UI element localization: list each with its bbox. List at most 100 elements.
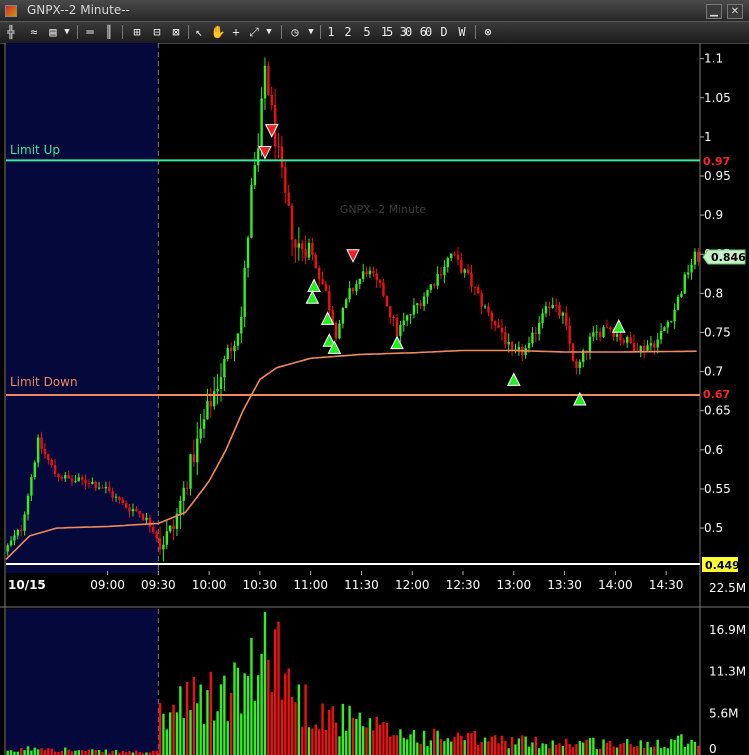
- candle-body: [328, 291, 331, 311]
- volume-bar: [328, 709, 331, 755]
- volume-bar: [97, 750, 101, 755]
- candle-body: [236, 333, 240, 346]
- volume-bar: [636, 746, 639, 755]
- chart-toolbar: ╬ ≈ ▤ ▼ ═ ║ ⊞ ⊟ ⊠ ↖ ✋ + ⤢ ▼ ◷ ▼ 1 2 5 15…: [0, 22, 749, 44]
- pointer-icon[interactable]: ↖: [192, 24, 206, 40]
- interval-30m-button[interactable]: 30: [397, 24, 413, 40]
- zoom-fit-icon[interactable]: ⊠: [168, 24, 184, 40]
- candle-body: [301, 243, 304, 250]
- interval-15m-button[interactable]: 15: [378, 24, 394, 40]
- interval-2m-button[interactable]: 2: [342, 24, 354, 40]
- interval-1m-button[interactable]: 1: [325, 24, 337, 40]
- candle-body: [598, 331, 602, 338]
- volume-bar: [382, 722, 385, 755]
- app-icon: [5, 5, 17, 17]
- candle-body: [128, 507, 131, 512]
- candle-body: [20, 529, 23, 531]
- candle-body: [632, 342, 636, 351]
- candle-body: [385, 295, 389, 306]
- volume-bar: [514, 744, 517, 755]
- candle-body: [114, 496, 118, 498]
- candle-body: [429, 284, 433, 290]
- volume-bar: [158, 703, 162, 755]
- volume-bar: [575, 744, 578, 755]
- volume-bar: [629, 744, 632, 755]
- candle-body: [6, 545, 9, 552]
- horizontal-line-icon[interactable]: ═: [83, 24, 97, 40]
- candle-body: [47, 454, 50, 460]
- volume-bar: [470, 733, 473, 755]
- volume-bar: [490, 736, 493, 755]
- candle-body: [554, 305, 558, 307]
- candle-body: [40, 437, 43, 449]
- grid-icon[interactable]: ⊞: [129, 24, 145, 40]
- chart-style-icon[interactable]: ≈: [26, 24, 42, 40]
- expand-icon[interactable]: ⤢: [247, 24, 261, 40]
- candle-body: [558, 305, 561, 316]
- candle-body: [26, 495, 30, 515]
- candle-body: [483, 306, 487, 308]
- close-button[interactable]: ✕: [727, 4, 743, 19]
- volume-bar: [182, 718, 185, 755]
- volume-bar: [331, 706, 334, 755]
- interval-daily-button[interactable]: D: [438, 24, 450, 40]
- volume-bar: [449, 741, 453, 755]
- volume-bar: [531, 742, 534, 755]
- volume-tick-label: 22.5M: [709, 581, 746, 595]
- candle-body: [456, 254, 460, 260]
- price-tick-label: 1: [704, 130, 712, 144]
- volume-bar: [402, 737, 405, 755]
- crosshair-icon[interactable]: ╬: [4, 24, 18, 40]
- candle-body: [666, 321, 670, 328]
- volume-bar: [135, 750, 138, 755]
- clock-icon[interactable]: ◷: [287, 24, 303, 40]
- minimize-button[interactable]: ▁: [706, 4, 722, 19]
- candle-body: [365, 271, 368, 275]
- candle-body: [219, 377, 223, 390]
- cancel-icon[interactable]: ⊗: [480, 24, 496, 40]
- candle-body: [477, 287, 480, 294]
- volume-bar: [439, 738, 443, 755]
- candle-body: [565, 312, 568, 326]
- interval-60m-button[interactable]: 60: [417, 24, 433, 40]
- volume-bar: [426, 746, 429, 755]
- hand-icon[interactable]: ✋: [210, 24, 226, 40]
- candle-body: [307, 242, 311, 258]
- candle-body: [378, 279, 382, 283]
- volume-bar: [223, 675, 226, 755]
- volume-bar: [571, 747, 575, 755]
- chevron-down-icon[interactable]: ▼: [62, 24, 72, 40]
- bar-chart-icon[interactable]: ▤: [45, 24, 61, 40]
- volume-bar: [304, 684, 307, 755]
- volume-bar: [615, 747, 619, 755]
- candle-body: [443, 267, 446, 276]
- volume-bar: [263, 612, 267, 755]
- volume-bar: [209, 671, 213, 755]
- chevron-down-icon[interactable]: ▼: [306, 24, 316, 40]
- volume-bar: [527, 746, 531, 755]
- plus-icon[interactable]: +: [229, 24, 243, 40]
- interval-5m-button[interactable]: 5: [361, 24, 373, 40]
- price-chart[interactable]: 0.50.550.60.650.70.750.80.850.90.9511.05…: [0, 43, 749, 755]
- premarket-shading-volume: [6, 609, 159, 755]
- volume-bar: [609, 740, 612, 755]
- volume-bar: [185, 681, 189, 755]
- vertical-line-icon[interactable]: ║: [102, 24, 116, 40]
- window-tile-icon[interactable]: ⊟: [149, 24, 165, 40]
- volume-bar: [311, 728, 314, 755]
- candle-body: [270, 94, 273, 106]
- volume-bar: [389, 736, 392, 755]
- candle-body: [192, 454, 196, 463]
- volume-bar: [216, 711, 219, 755]
- volume-bar: [253, 700, 257, 755]
- time-tick-label: 10:00: [192, 578, 227, 592]
- buy-marker: [390, 335, 404, 350]
- chevron-down-icon[interactable]: ▼: [264, 24, 274, 40]
- volume-tick-label: 5.6M: [709, 706, 738, 720]
- candle-body: [412, 305, 416, 315]
- volume-bar: [368, 718, 372, 755]
- candle-body: [605, 327, 609, 329]
- candle-body: [141, 513, 145, 521]
- candle-body: [30, 477, 33, 496]
- interval-weekly-button[interactable]: W: [455, 24, 469, 40]
